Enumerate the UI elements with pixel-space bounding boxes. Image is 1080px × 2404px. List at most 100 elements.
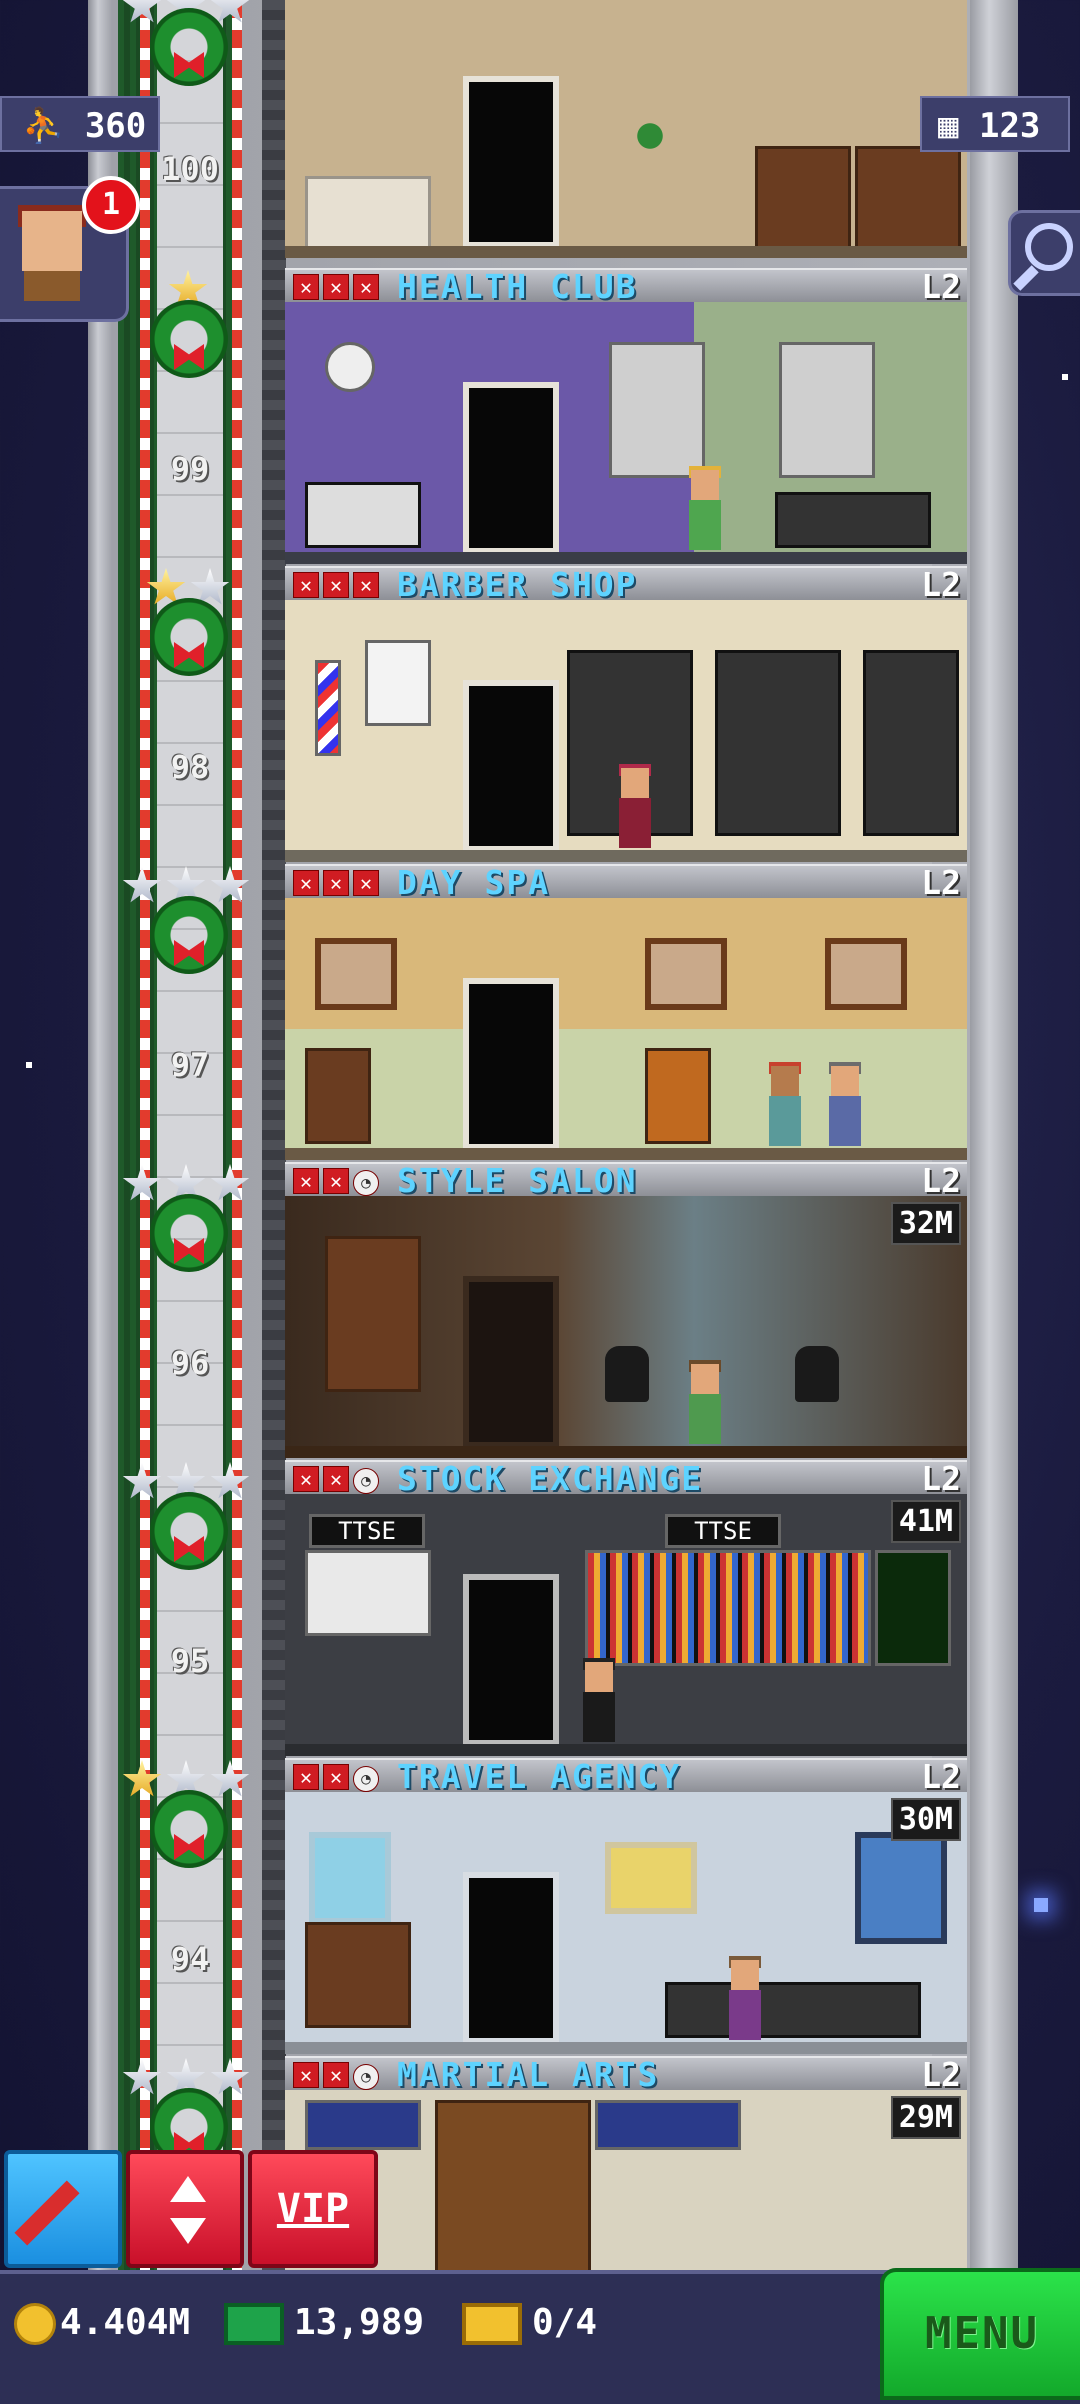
sky-star [1062,374,1068,380]
massage-chair [645,1048,711,1144]
room-interior [285,302,967,564]
person[interactable] [685,1360,725,1444]
person[interactable] [825,1062,865,1146]
window [609,342,705,478]
floors-counter[interactable]: ▦ 123 [920,96,1070,152]
wall-clock [325,342,375,392]
stock-sign-left: TTSE [309,1514,425,1548]
x-mark-icon: ✕ [293,2062,319,2088]
floor-header: ✕ ✕ ✕ DAY SPA L2 [285,864,967,900]
shelf [755,146,851,258]
search-button[interactable] [1008,210,1080,296]
room-door [463,1872,559,2044]
clock-icon: ◔ [353,1468,379,1494]
martial-banner [595,2100,741,2150]
room-interior [285,898,967,1160]
floor-name: HEALTH CLUB [397,267,638,306]
person[interactable] [725,1956,765,2040]
room-door [463,76,559,248]
x-mark-icon: ✕ [323,1466,349,1492]
floor-number: 94 [170,1940,210,1978]
floor-timer: 32M [890,1202,961,1245]
visitor-notification-badge: 1 [82,176,140,234]
clock-icon: ◔ [353,2064,379,2090]
barber-station [715,650,841,836]
floor-level: L2 [921,1459,961,1498]
travel-desk [665,1982,921,2038]
bux-value: 13,989 [294,2302,425,2343]
wall-certificate [365,640,431,726]
coin-icon [14,2303,56,2345]
person[interactable] [615,764,655,848]
visitor-avatar-body [24,271,80,301]
floor-name: STOCK EXCHANGE [397,1459,704,1498]
floors-count-value: 123 [978,106,1041,146]
x-mark-icon: ✕ [323,1168,349,1194]
person[interactable] [765,1062,805,1146]
tower-right-wall [970,0,1018,2270]
wall-picture [645,938,727,1010]
room-door [463,978,559,1150]
floor-level: L2 [921,1161,961,1200]
floor-timer: 41M [890,1500,961,1543]
floor-status-marks: ✕ ✕ ◔ [293,2062,383,2090]
x-mark-icon: ✕ [293,870,319,896]
room-door [463,382,559,554]
room-interior [285,2090,967,2270]
population-counter[interactable]: ⛹ 360 [0,96,160,152]
salon-chair [605,1346,649,1402]
coins-stat: 4.404M [14,2298,190,2348]
room-door [463,1574,559,1746]
torii-gate [435,2100,591,2270]
floor-level: L2 [921,1757,961,1796]
floor-number: 98 [170,748,210,786]
room-floor [285,552,967,564]
room-interior [285,1196,967,1458]
elevator-button[interactable] [126,2150,244,2268]
clock-icon: ◔ [353,1170,379,1196]
floor-status-marks: ✕ ✕ ✕ [293,870,383,896]
floor-number: 95 [170,1642,210,1680]
arrow-up-icon [170,2176,206,2202]
floor-header: ✕ ✕ ✕ HEALTH CLUB L2 [285,268,967,304]
brochure-rack [305,1922,411,2028]
x-mark-icon: ✕ [323,1764,349,1790]
wreath-icon [150,896,228,974]
floor-number: 99 [170,450,210,488]
room-interior [285,600,967,862]
x-mark-icon: ✕ [293,1466,319,1492]
salon-chair [795,1346,839,1402]
wreath-icon [150,300,228,378]
floor-status-marks: ✕ ✕ ✕ [293,572,383,598]
x-mark-icon: ✕ [353,572,379,598]
search-icon-handle [1013,265,1039,291]
stock-display [875,1550,951,1666]
floor-status-marks: ✕ ✕ ◔ [293,1168,383,1196]
person[interactable] [685,466,725,550]
floor-level: L2 [921,2055,961,2094]
x-mark-icon: ✕ [323,572,349,598]
candy-cane-pole-left [140,0,150,2270]
clock-icon: ◔ [353,1766,379,1792]
room-door [463,680,559,852]
floor-status-marks: ✕ ✕ ◔ [293,1764,383,1792]
floor-name: BARBER SHOP [397,565,638,604]
floor-level: L2 [921,267,961,306]
wreath-icon [150,1194,228,1272]
build-button[interactable] [4,2150,122,2268]
martial-banner [305,2100,421,2150]
floor-name: MARTIAL ARTS [397,2055,660,2094]
room-floor [285,850,967,862]
wreath-icon [150,8,228,86]
x-mark-icon: ✕ [323,2062,349,2088]
x-mark-icon: ✕ [353,274,379,300]
x-mark-icon: ✕ [293,1168,319,1194]
menu-button[interactable]: MENU [880,2268,1080,2400]
room-floor [285,1446,967,1458]
room-floor [285,1744,967,1756]
vip-button[interactable]: VIP [248,2150,378,2268]
arrow-down-icon [170,2218,206,2244]
floor-number: 96 [170,1344,210,1382]
sky-star [26,1062,32,1068]
person[interactable] [579,1658,619,1742]
